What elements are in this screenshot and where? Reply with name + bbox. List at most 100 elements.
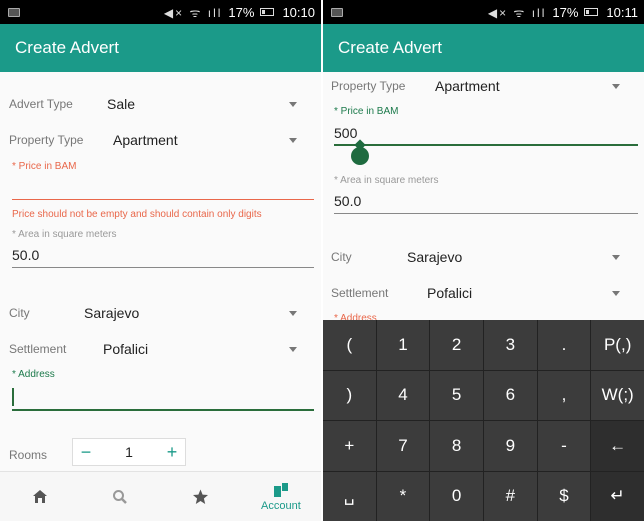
text-selection-handle[interactable] [351, 147, 369, 165]
page-title: Create Advert [338, 38, 442, 57]
property-type-spinner[interactable]: Property Type Apartment [0, 130, 321, 150]
enter-key[interactable]: ↵ [591, 471, 644, 521]
home-icon [33, 490, 48, 503]
signal-icons: ◀× ᯤ ıll [163, 5, 223, 20]
advert-type-spinner[interactable]: Advert Type Sale [0, 94, 321, 114]
settlement-value: Pofalici [427, 285, 473, 301]
status-bar: ◀× ᯤ ıll 17% 10:11 [323, 0, 644, 24]
key[interactable]: 9 [484, 421, 537, 471]
area-input[interactable]: 50.0 [334, 193, 361, 209]
screen-left: ◀× ᯤ ıll 17% 10:10 Create Advert Advert … [0, 0, 321, 521]
screen-right: ◀× ᯤ ıll 17% 10:11 Create Advert Propert… [323, 0, 644, 521]
notification-icon [8, 7, 20, 17]
city-label: City [331, 250, 352, 264]
key[interactable]: , [537, 370, 591, 420]
rooms-value[interactable]: 1 [99, 444, 159, 460]
key[interactable]: + [323, 421, 376, 471]
nav-account[interactable]: Account [241, 472, 321, 521]
price-error: Price should not be empty and should con… [12, 209, 262, 220]
chevron-down-icon [289, 347, 297, 352]
city-value: Sarajevo [84, 305, 140, 321]
settlement-label: Settlement [331, 286, 389, 300]
city-spinner[interactable]: City Sarajevo [323, 247, 644, 267]
star-icon [193, 489, 209, 504]
area-hint: * Area in square meters [12, 229, 117, 240]
key[interactable]: 3 [484, 320, 537, 370]
address-underline [12, 409, 314, 411]
app-bar: Create Advert [323, 24, 644, 72]
text-cursor [12, 388, 14, 406]
nav-account-label: Account [261, 499, 301, 512]
chevron-down-icon [612, 291, 620, 296]
key[interactable]: ( [323, 320, 376, 370]
space-key[interactable]: ␣ [323, 471, 376, 521]
clock: 10:10 [282, 4, 315, 20]
key[interactable]: 5 [430, 370, 483, 420]
settlement-value: Pofalici [103, 341, 149, 357]
area-input[interactable]: 50.0 [12, 247, 39, 263]
chevron-down-icon [289, 138, 297, 143]
key[interactable]: $ [537, 471, 591, 521]
property-type-value: Apartment [435, 78, 500, 94]
key[interactable]: * [376, 471, 430, 521]
area-underline [12, 267, 314, 268]
price-input[interactable]: 500 [334, 125, 357, 141]
key[interactable]: 2 [430, 320, 483, 370]
chevron-down-icon [289, 311, 297, 316]
key[interactable]: W(;) [591, 370, 644, 420]
key[interactable]: 4 [376, 370, 430, 420]
property-type-spinner[interactable]: Property Type Apartment [323, 76, 644, 96]
numeric-keyboard: ( 1 2 3 . P(,) ) 4 5 6 , W(;) + 7 8 9 - … [323, 320, 644, 521]
key[interactable]: # [484, 471, 537, 521]
search-icon [113, 489, 128, 504]
settlement-label: Settlement [9, 342, 67, 356]
key[interactable]: ) [323, 370, 376, 420]
price-underline [12, 199, 314, 200]
bottom-navigation: Account [0, 471, 321, 521]
price-hint: * Price in BAM [12, 161, 77, 172]
property-type-label: Property Type [9, 133, 84, 147]
nav-favorites[interactable] [161, 472, 241, 521]
page-title: Create Advert [15, 38, 119, 57]
chevron-down-icon [612, 255, 620, 260]
rooms-label: Rooms [9, 448, 48, 462]
battery-icon [260, 8, 275, 16]
chevron-down-icon [289, 102, 297, 107]
settlement-spinner[interactable]: Settlement Pofalici [0, 339, 321, 359]
key[interactable]: 8 [430, 421, 483, 471]
key[interactable]: 6 [484, 370, 537, 420]
address-hint: * Address [12, 369, 55, 380]
notification-icon [331, 7, 343, 17]
area-hint: * Area in square meters [334, 175, 439, 186]
key[interactable]: - [537, 421, 591, 471]
clock: 10:11 [606, 4, 638, 20]
battery-percent: 17% [552, 4, 579, 20]
advert-type-label: Advert Type [9, 97, 73, 111]
battery-percent: 17% [228, 4, 255, 20]
key[interactable]: 0 [430, 471, 483, 521]
account-icon [273, 482, 288, 497]
key[interactable]: 1 [376, 320, 430, 370]
rooms-stepper: − 1 + [72, 438, 186, 466]
decrement-button[interactable]: − [73, 439, 99, 465]
nav-search[interactable] [80, 472, 160, 521]
advert-type-value: Sale [107, 96, 136, 112]
battery-icon [584, 8, 599, 16]
key[interactable]: 7 [376, 421, 430, 471]
signal-icons: ◀× ᯤ ıll [487, 5, 547, 20]
property-type-label: Property Type [331, 79, 406, 93]
price-hint: * Price in BAM [334, 106, 399, 117]
area-underline [334, 213, 638, 214]
chevron-down-icon [612, 84, 620, 89]
city-spinner[interactable]: City Sarajevo [0, 303, 321, 323]
settlement-spinner[interactable]: Settlement Pofalici [323, 283, 644, 303]
key[interactable]: P(,) [591, 320, 644, 370]
key[interactable]: . [537, 320, 591, 370]
nav-home[interactable] [0, 472, 80, 521]
backspace-key[interactable]: ← [591, 421, 644, 471]
city-value: Sarajevo [407, 249, 463, 265]
increment-button[interactable]: + [159, 439, 185, 465]
status-bar: ◀× ᯤ ıll 17% 10:10 [0, 0, 321, 24]
property-type-value: Apartment [113, 132, 178, 148]
city-label: City [9, 306, 30, 320]
